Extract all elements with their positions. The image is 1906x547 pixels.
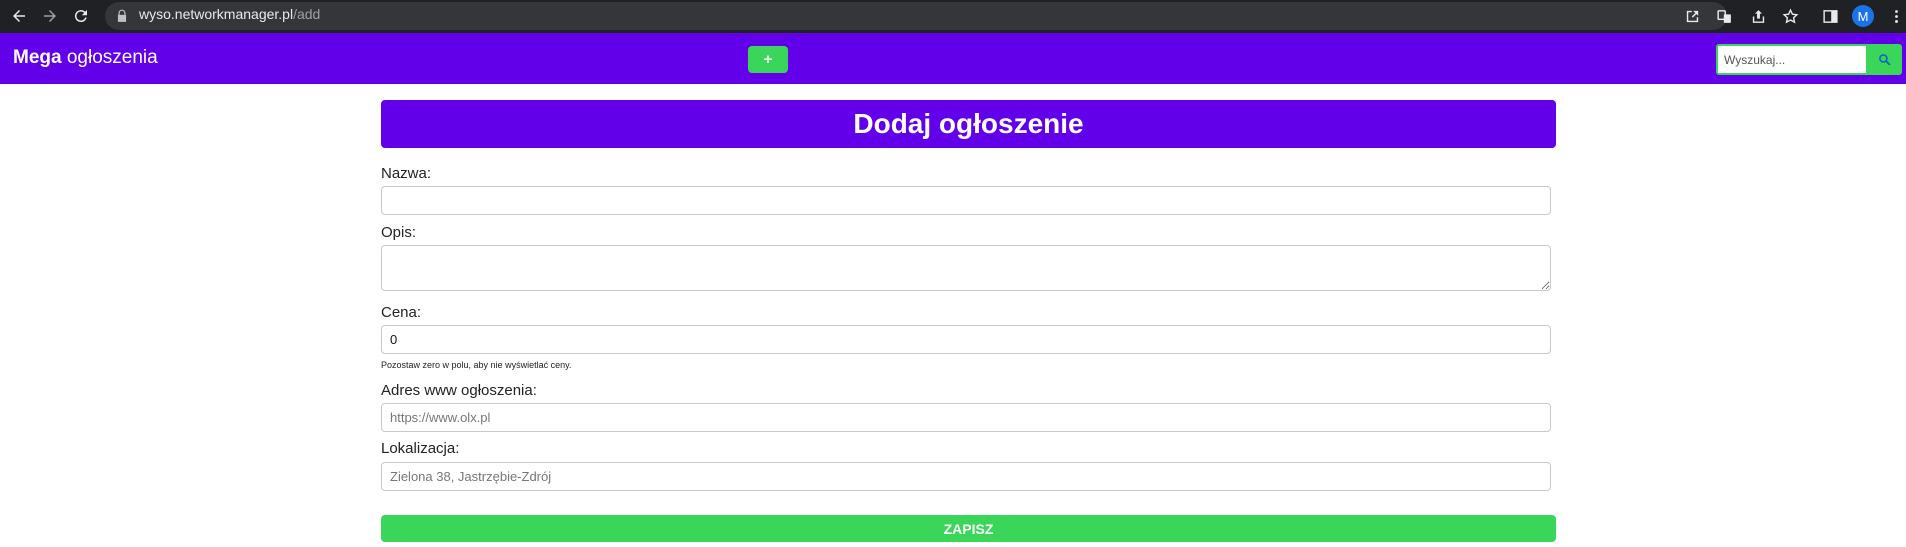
lock-icon[interactable] [115,9,129,23]
translate-icon[interactable] [1714,6,1734,26]
profile-avatar[interactable]: M [1852,5,1874,27]
location-label: Lokalizacja: [381,440,460,457]
back-arrow-icon[interactable] [7,4,31,28]
brand-logo[interactable]: Mega ogłoszenia [13,47,158,69]
browser-toolbar: wyso.networkmanager.pl/add M [0,0,1906,33]
forward-arrow-icon[interactable] [38,4,62,28]
price-label: Cena: [381,304,422,321]
side-panel-icon[interactable] [1820,6,1840,26]
kebab-menu-icon[interactable] [1886,6,1906,26]
site-navbar: Mega ogłoszenia + [0,33,1906,84]
address-bar[interactable] [105,2,1727,30]
install-icon[interactable] [1682,6,1702,26]
price-hint: Pozostaw zero w polu, aby nie wyświetlać… [381,360,572,370]
form-header: Dodaj ogłoszenie [381,100,1556,148]
price-field[interactable] [381,325,1551,354]
description-label: Opis: [381,224,417,241]
save-button[interactable]: ZAPISZ [381,515,1556,542]
share-icon[interactable] [1748,6,1768,26]
description-field[interactable] [381,245,1551,291]
page-title: Dodaj ogłoszenie [853,108,1084,139]
search-button[interactable] [1868,46,1900,73]
url-host: wyso.networkmanager.pl [139,6,294,22]
add-listing-button[interactable]: + [748,46,788,73]
url-label: Adres www ogłoszenia: [381,382,537,399]
search-form [1716,44,1902,75]
magnifier-icon [1878,54,1890,66]
brand-bold: Mega [13,47,62,68]
bookmark-star-icon[interactable] [1780,6,1800,26]
url-text[interactable]: wyso.networkmanager.pl/add [139,6,320,22]
name-field[interactable] [381,186,1551,215]
name-label: Nazwa: [381,165,432,182]
url-path: /add [293,6,321,22]
brand-rest: ogłoszenia [61,47,158,68]
search-input[interactable] [1718,46,1866,73]
url-field[interactable] [381,403,1551,432]
reload-icon[interactable] [69,4,93,28]
location-field[interactable] [381,462,1551,491]
